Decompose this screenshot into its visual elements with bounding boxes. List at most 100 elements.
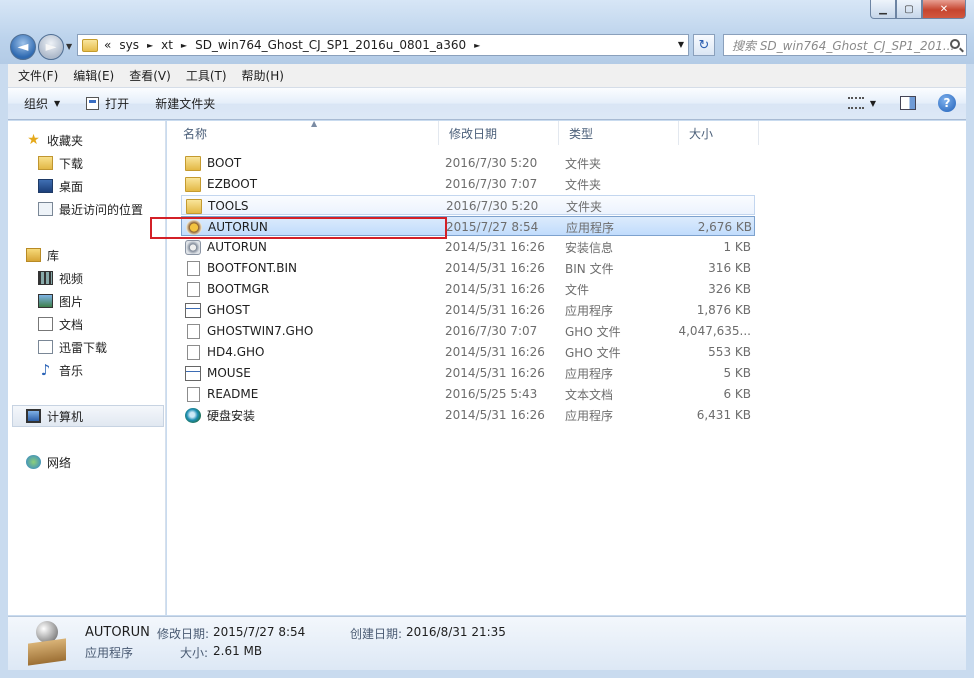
menu-bar: 文件(F) 编辑(E) 查看(V) 工具(T) 帮助(H) — [8, 64, 966, 88]
file-modified-date: 2014/5/31 16:26 — [445, 366, 545, 380]
table-row[interactable]: GHOSTWIN7.GHO 2016/7/30 7:07 GHO 文件 4,047,6… — [181, 321, 755, 341]
maximize-button[interactable]: ▢ — [896, 0, 922, 19]
breadcrumb-separator-icon[interactable]: ► — [147, 41, 153, 50]
file-name-cell[interactable]: AUTORUN — [185, 237, 267, 257]
refresh-button[interactable]: ↻ — [693, 34, 715, 56]
file-modified-date: 2014/5/31 16:26 — [445, 345, 545, 359]
exe-icon — [185, 365, 201, 381]
breadcrumb-sys[interactable]: sys — [119, 38, 139, 52]
view-controls: ▼ ? — [847, 94, 956, 112]
picture-icon — [38, 294, 53, 308]
sidebar-item-xunlei-downloads[interactable]: 迅雷下载 — [38, 337, 107, 357]
back-button[interactable]: ◄ — [10, 34, 36, 60]
menu-file[interactable]: 文件(F) — [8, 67, 63, 84]
breadcrumb-separator-icon[interactable]: ► — [474, 41, 480, 50]
file-size — [685, 153, 751, 173]
breadcrumb-xt[interactable]: xt — [161, 38, 173, 52]
organize-button[interactable]: 组织 ▼ — [8, 95, 70, 112]
sidebar-item-favorites[interactable]: ★ 收藏夹 — [26, 130, 83, 150]
table-row[interactable]: BOOTMGR 2014/5/31 16:26 文件 326 KB — [181, 279, 755, 299]
sidebar-item-videos[interactable]: 视频 — [38, 268, 83, 288]
sidebar-item-label: 收藏夹 — [47, 133, 84, 148]
search-input[interactable]: 搜索 SD_win764_Ghost_CJ_SP1_201... — [723, 34, 967, 56]
sidebar-item-music[interactable]: ♪ 音乐 — [38, 360, 83, 380]
file-icon — [187, 386, 200, 402]
table-row[interactable]: HD4.GHO 2014/5/31 16:26 GHO 文件 553 KB — [181, 342, 755, 362]
sidebar-item-label: 迅雷下载 — [59, 340, 108, 355]
table-row[interactable]: README 2016/5/25 5:43 文本文档 6 KB — [181, 384, 755, 404]
close-button[interactable]: ✕ — [922, 0, 966, 19]
column-header-modified[interactable]: 修改日期 — [439, 121, 559, 145]
breadcrumb-current-folder[interactable]: SD_win764_Ghost_CJ_SP1_2016u_0801_a360 — [195, 38, 466, 52]
table-row[interactable]: BOOT 2016/7/30 5:20 文件夹 — [181, 153, 755, 173]
sidebar-item-label: 库 — [47, 248, 60, 263]
new-folder-button[interactable]: 新建文件夹 — [139, 95, 225, 112]
menu-view[interactable]: 查看(V) — [119, 67, 176, 84]
file-name-cell[interactable]: BOOTFONT.BIN — [185, 258, 297, 278]
file-modified-date: 2014/5/31 16:26 — [445, 261, 545, 275]
file-name-cell[interactable]: README — [185, 384, 258, 404]
address-bar[interactable]: « sys ► xt ► SD_win764_Ghost_CJ_SP1_2016… — [77, 34, 689, 56]
file-name: BOOT — [207, 156, 242, 170]
exe-icon — [185, 302, 201, 318]
sidebar-item-pictures[interactable]: 图片 — [38, 291, 83, 311]
file-name-cell[interactable]: GHOSTWIN7.GHO — [185, 321, 313, 341]
file-name: TOOLS — [208, 199, 249, 213]
forward-button[interactable]: ► — [38, 34, 64, 60]
menu-tools[interactable]: 工具(T) — [176, 67, 232, 84]
folder-icon — [186, 198, 202, 214]
network-icon — [26, 455, 41, 469]
file-icon — [187, 260, 200, 276]
view-options-dropdown-icon[interactable]: ▼ — [870, 99, 876, 108]
recent-pages-dropdown[interactable]: ▼ — [66, 42, 72, 51]
column-header-size[interactable]: 大小 — [679, 121, 759, 145]
table-row[interactable]: 硬盘安装 2014/5/31 16:26 应用程序 6,431 KB — [181, 405, 755, 425]
downloads-folder-icon — [38, 156, 53, 170]
sidebar-item-network[interactable]: 网络 — [26, 452, 71, 472]
menu-help[interactable]: 帮助(H) — [232, 67, 289, 84]
breadcrumb-overflow[interactable]: « — [104, 38, 111, 52]
open-label: 打开 — [105, 97, 130, 111]
sidebar-item-desktop[interactable]: 桌面 — [38, 176, 83, 196]
file-name-cell[interactable]: BOOT — [185, 153, 241, 173]
table-row[interactable]: AUTORUN 2014/5/31 16:26 安装信息 1 KB — [181, 237, 755, 257]
breadcrumb-separator-icon[interactable]: ► — [181, 41, 187, 50]
minimize-button[interactable]: ▁ — [870, 0, 896, 19]
file-name: BOOTFONT.BIN — [207, 261, 298, 275]
file-size: 553 KB — [708, 345, 751, 359]
column-header-type[interactable]: 类型 — [559, 121, 679, 145]
address-dropdown-icon[interactable]: ▼ — [678, 40, 684, 49]
search-placeholder: 搜索 SD_win764_Ghost_CJ_SP1_201... — [732, 38, 955, 53]
table-row[interactable]: BOOTFONT.BIN 2014/5/31 16:26 BIN 文件 316 KB — [181, 258, 755, 278]
preview-pane-icon[interactable] — [900, 96, 916, 110]
sidebar-item-computer[interactable]: 计算机 — [26, 406, 83, 426]
file-name: MOUSE — [207, 366, 251, 380]
sidebar-item-downloads[interactable]: 下载 — [38, 153, 83, 173]
menu-edit[interactable]: 编辑(E) — [63, 67, 119, 84]
file-name-cell[interactable]: 硬盘安装 — [185, 405, 255, 425]
sidebar-item-documents[interactable]: 文档 — [38, 314, 83, 334]
search-icon[interactable] — [950, 39, 960, 49]
table-row[interactable]: TOOLS 2016/7/30 5:20 文件夹 — [181, 195, 755, 215]
sidebar-item-libraries[interactable]: 库 — [26, 245, 59, 265]
file-name-cell[interactable]: TOOLS — [186, 196, 249, 216]
file-name-cell[interactable]: EZBOOT — [185, 174, 257, 194]
application-large-icon — [26, 621, 70, 666]
file-type: 文件夹 — [565, 177, 602, 192]
change-view-icon[interactable] — [847, 97, 864, 109]
table-row[interactable]: EZBOOT 2016/7/30 7:07 文件夹 — [181, 174, 755, 194]
file-name-cell[interactable]: GHOST — [185, 300, 250, 320]
disk-install-icon — [185, 407, 201, 423]
desktop-icon — [38, 179, 53, 193]
column-header-name[interactable]: 名称 ▲ — [173, 119, 439, 145]
file-name-cell[interactable]: HD4.GHO — [185, 342, 264, 362]
sidebar-item-recent-places[interactable]: 最近访问的位置 — [38, 199, 143, 219]
help-icon[interactable]: ? — [938, 94, 956, 112]
file-name-cell[interactable]: BOOTMGR — [185, 279, 269, 299]
file-name-cell[interactable]: MOUSE — [185, 363, 251, 383]
table-row[interactable]: MOUSE 2014/5/31 16:26 应用程序 5 KB — [181, 363, 755, 383]
file-size: 6,431 KB — [696, 408, 751, 422]
file-type: 文件夹 — [566, 199, 603, 214]
table-row[interactable]: GHOST 2014/5/31 16:26 应用程序 1,876 KB — [181, 300, 755, 320]
open-button[interactable]: 打开 — [70, 95, 139, 112]
